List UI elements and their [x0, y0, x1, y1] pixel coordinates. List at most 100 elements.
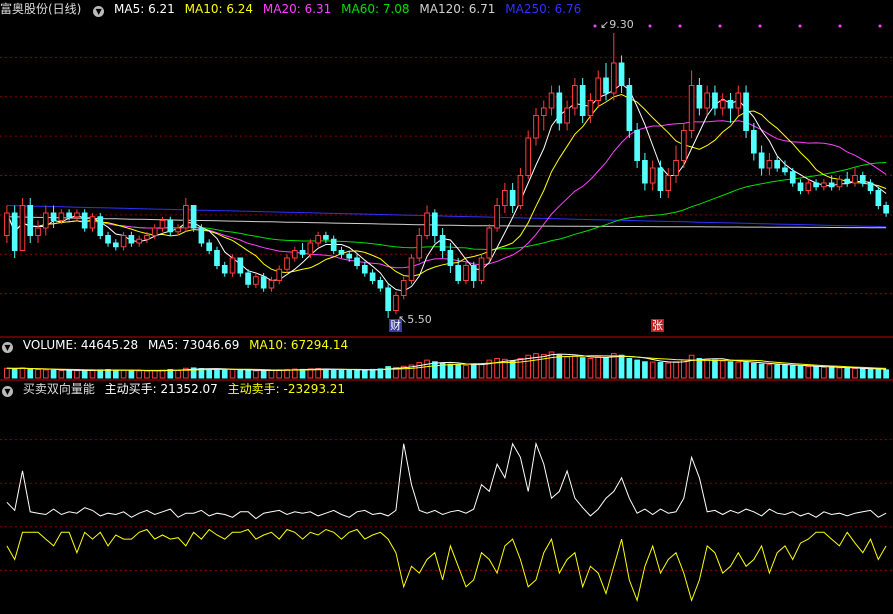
candle-down: [221, 265, 228, 274]
volume-bar: [836, 367, 843, 379]
candle-up: [533, 115, 539, 139]
volume-bar: [509, 360, 516, 379]
candle-down: [875, 190, 882, 206]
signal-dot: [678, 24, 682, 28]
signal-dot: [648, 24, 652, 28]
candle-up: [284, 257, 290, 270]
ma5-line: [6, 83, 887, 292]
volume-bar: [548, 351, 555, 379]
candle-down: [97, 216, 104, 236]
candle-down: [859, 175, 866, 184]
candle-down: [190, 205, 197, 229]
collapse-icon[interactable]: ▼: [2, 386, 13, 397]
volume-bar: [151, 370, 158, 379]
candle-up: [502, 190, 508, 206]
candle-down: [299, 250, 306, 255]
volume-bar: [626, 358, 633, 379]
volume-bar: [323, 368, 329, 379]
candle-down: [338, 250, 345, 255]
candle-down: [618, 62, 625, 86]
candle-down: [377, 280, 384, 289]
volume-bar: [74, 370, 80, 379]
candle-up: [486, 227, 493, 259]
volume-bar: [556, 354, 563, 379]
limit-up-tag[interactable]: 张: [651, 319, 664, 332]
stock-chart[interactable]: [0, 0, 893, 614]
candle-down: [206, 242, 213, 251]
candle-up: [805, 182, 812, 191]
volume-bar: [657, 362, 664, 379]
candle-down: [556, 92, 563, 124]
candle-up: [525, 137, 532, 176]
signal-dot: [878, 24, 882, 28]
candle-up: [836, 178, 843, 188]
volume-value: VOLUME: 44645.28: [22, 338, 139, 352]
volume-bar: [354, 369, 360, 379]
volume-bar: [89, 370, 96, 379]
candle-down: [167, 220, 174, 233]
volume-bar: [587, 358, 594, 379]
volume-bar: [276, 369, 283, 379]
volume-bar: [867, 368, 874, 379]
volume-bar: [704, 358, 710, 379]
low-price-note: ↖5.50: [398, 313, 432, 326]
indicator-line: [6, 528, 887, 603]
stock-title: 富奥股份(日线): [0, 2, 82, 16]
candle-up: [548, 92, 555, 109]
volume-bar: [221, 369, 228, 379]
volume-bar: [206, 368, 213, 379]
volume-bar: [572, 355, 578, 379]
candle-up: [19, 205, 26, 251]
volume-bar: [268, 369, 275, 379]
candle-up: [229, 257, 236, 274]
volume-bar: [735, 361, 742, 379]
candle-down: [844, 178, 851, 184]
volume-bar: [144, 370, 150, 379]
volume-bar: [813, 366, 819, 379]
candle-up: [120, 235, 127, 248]
volume-bar: [455, 364, 462, 379]
volume-bar: [447, 363, 454, 379]
candle-down: [789, 171, 796, 184]
candle-up: [540, 107, 547, 116]
volume-bar: [431, 361, 438, 379]
candle-up: [649, 167, 656, 184]
candle-down: [214, 250, 220, 266]
high-price-note: ↙9.30: [600, 18, 634, 31]
volume-bar: [377, 368, 384, 379]
candle-down: [751, 130, 757, 154]
ma20-value: MA20: 6.31: [262, 2, 332, 16]
candle-down: [867, 182, 874, 191]
candle-up: [463, 265, 469, 281]
candle-up: [587, 100, 594, 116]
volume-bar: [128, 370, 135, 379]
volume-bar: [494, 358, 500, 379]
finance-tag[interactable]: 财: [389, 319, 402, 332]
candle-down: [439, 235, 446, 251]
collapse-icon[interactable]: ▼: [2, 342, 13, 353]
volume-bar: [112, 369, 119, 379]
candle-down: [470, 265, 477, 281]
candle-down: [105, 235, 111, 244]
volume-bar: [821, 366, 827, 379]
candle-up: [393, 295, 399, 311]
volume-bar: [719, 360, 726, 379]
candle-up: [416, 235, 423, 259]
volume-bar: [463, 364, 469, 379]
volume-bar: [727, 361, 734, 379]
candle-up: [517, 175, 524, 206]
volume-ma5-value: MA5: 73046.69: [148, 338, 240, 352]
candle-up: [58, 212, 65, 221]
candle-up: [852, 175, 858, 184]
ma60-value: MA60: 7.08: [341, 2, 410, 16]
volume-bar: [603, 357, 609, 379]
main-legend: 富奥股份(日线) ▼ MA5: 6.21 MA10: 6.24 MA20: 6.…: [0, 0, 587, 18]
volume-bar: [42, 369, 49, 379]
candle-down: [642, 160, 648, 184]
collapse-icon[interactable]: ▼: [93, 6, 105, 17]
volume-bar: [758, 363, 765, 379]
candle-down: [128, 235, 135, 244]
ma250-line: [6, 205, 887, 228]
volume-bar: [649, 361, 656, 379]
volume-bar: [618, 354, 625, 379]
